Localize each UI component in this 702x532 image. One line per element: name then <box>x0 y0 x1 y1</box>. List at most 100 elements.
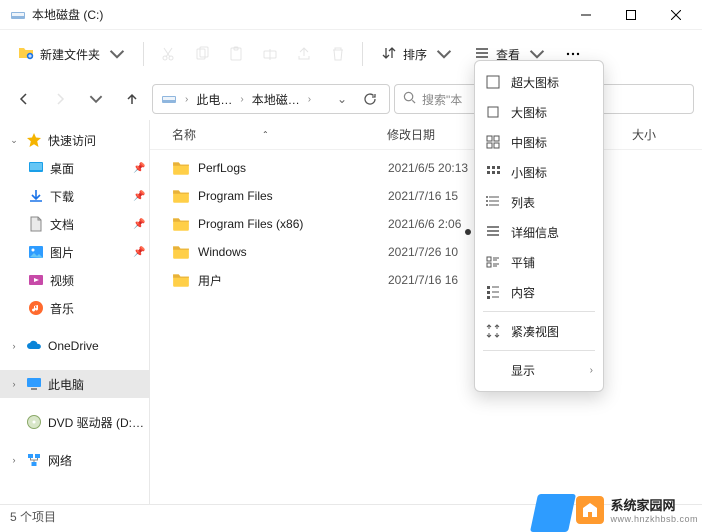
view-option-sm-icons[interactable]: 小图标 <box>475 157 603 187</box>
view-option-lg-icons[interactable]: 大图标 <box>475 97 603 127</box>
view-option-content[interactable]: 内容 <box>475 277 603 307</box>
selected-dot-icon <box>465 229 471 235</box>
view-option-compact[interactable]: 紧凑视图 <box>475 316 603 346</box>
watermark-name: 系统家园网 <box>610 495 698 514</box>
cut-button[interactable] <box>152 37 184 71</box>
pin-icon: 📌 <box>133 191 145 202</box>
refresh-button[interactable] <box>355 92 385 106</box>
pictures-icon <box>28 244 44 260</box>
file-name: Windows <box>198 245 388 259</box>
expand-icon[interactable]: ⌄ <box>8 135 20 146</box>
close-button[interactable] <box>653 0 698 30</box>
file-row[interactable]: Program Files2021/7/16 15 <box>150 182 702 210</box>
desktop-icon <box>28 160 44 176</box>
sort-caret-icon: ⌃ <box>262 130 269 139</box>
view-option-show[interactable]: 显示› <box>475 355 603 385</box>
copy-button[interactable] <box>186 37 218 71</box>
window-title: 本地磁盘 (C:) <box>32 6 563 23</box>
pin-icon: 📌 <box>133 163 145 174</box>
sidebar-item-music[interactable]: 音乐 <box>0 294 149 322</box>
sort-button[interactable]: 排序 <box>371 37 462 71</box>
sidebar-item-videos[interactable]: 视频 <box>0 266 149 294</box>
expand-icon[interactable]: › <box>8 455 20 465</box>
breadcrumb-item[interactable]: 本地磁… <box>248 86 304 112</box>
sidebar-item-dvd[interactable]: DVD 驱动器 (D:) CP <box>0 408 149 436</box>
sort-label: 排序 <box>403 46 427 63</box>
sm-icons-icon <box>485 164 501 180</box>
rename-button[interactable] <box>254 37 286 71</box>
maximize-button[interactable] <box>608 0 653 30</box>
network-icon <box>26 452 42 468</box>
minimize-button[interactable] <box>563 0 608 30</box>
view-dropdown-menu: 超大图标 大图标 中图标 小图标 列表 详细信息 平铺 内容 紧凑视图 显示› <box>474 60 604 392</box>
search-placeholder: 搜索"本 <box>422 91 462 108</box>
view-option-xl-icons[interactable]: 超大图标 <box>475 67 603 97</box>
chevron-down-icon <box>109 46 125 62</box>
file-row[interactable]: Program Files (x86)2021/6/6 2:06 <box>150 210 702 238</box>
view-option-md-icons[interactable]: 中图标 <box>475 127 603 157</box>
disc-icon <box>26 414 42 430</box>
file-list: 名称⌃ 修改日期 类型 大小 PerfLogs2021/6/5 20:13Pro… <box>150 120 702 504</box>
sidebar-item-pictures[interactable]: 图片 📌 <box>0 238 149 266</box>
column-name[interactable]: 名称⌃ <box>172 126 387 143</box>
watermark-url: www.hnzkhbsb.com <box>610 514 698 524</box>
new-folder-button[interactable]: 新建文件夹 <box>8 37 135 71</box>
view-option-details[interactable]: 详细信息 <box>475 217 603 247</box>
view-option-list[interactable]: 列表 <box>475 187 603 217</box>
forward-button[interactable] <box>44 83 76 115</box>
sidebar-item-downloads[interactable]: 下载 📌 <box>0 182 149 210</box>
search-icon <box>403 91 416 107</box>
sidebar-item-this-pc[interactable]: › 此电脑 <box>0 370 149 398</box>
file-row[interactable]: PerfLogs2021/6/5 20:13 <box>150 154 702 182</box>
view-option-tiles[interactable]: 平铺 <box>475 247 603 277</box>
new-folder-label: 新建文件夹 <box>40 46 100 63</box>
pin-icon: 📌 <box>133 219 145 230</box>
expand-icon[interactable]: › <box>8 341 20 351</box>
file-name: Program Files <box>198 189 388 203</box>
chevron-right-icon: › <box>306 94 313 105</box>
lg-icons-icon <box>485 104 501 120</box>
details-icon <box>485 224 501 240</box>
file-row[interactable]: 用户2021/7/16 16 <box>150 266 702 294</box>
address-bar[interactable]: › 此电… › 本地磁… › ⌄ <box>152 84 390 114</box>
cloud-icon <box>26 338 42 354</box>
pc-icon <box>26 376 42 392</box>
menu-separator <box>483 350 595 351</box>
breadcrumb-item[interactable]: 此电… <box>192 86 236 112</box>
folder-icon <box>172 271 190 289</box>
chevron-right-icon: › <box>590 365 593 376</box>
chevron-down-icon <box>436 46 452 62</box>
folder-icon <box>172 243 190 261</box>
sidebar-item-documents[interactable]: 文档 📌 <box>0 210 149 238</box>
xl-icons-icon <box>485 74 501 90</box>
back-button[interactable] <box>8 83 40 115</box>
chevron-right-icon: › <box>238 94 245 105</box>
share-button[interactable] <box>288 37 320 71</box>
up-button[interactable] <box>116 83 148 115</box>
folder-icon <box>172 187 190 205</box>
watermark-logo-icon <box>576 496 604 524</box>
titlebar: 本地磁盘 (C:) <box>0 0 702 30</box>
folder-icon <box>172 215 190 233</box>
paste-button[interactable] <box>220 37 252 71</box>
pin-icon: 📌 <box>133 247 145 258</box>
column-size[interactable]: 大小 <box>632 126 692 143</box>
video-icon <box>28 272 44 288</box>
recent-chevron[interactable] <box>80 83 112 115</box>
sidebar-item-desktop[interactable]: 桌面 📌 <box>0 154 149 182</box>
list-icon <box>485 194 501 210</box>
address-chevron-icon[interactable]: ⌄ <box>331 92 353 106</box>
sidebar-item-quick-access[interactable]: ⌄ 快速访问 <box>0 126 149 154</box>
delete-button[interactable] <box>322 37 354 71</box>
sidebar-item-onedrive[interactable]: › OneDrive <box>0 332 149 360</box>
expand-icon[interactable]: › <box>8 379 20 389</box>
file-name: PerfLogs <box>198 161 388 175</box>
separator <box>362 42 363 66</box>
new-folder-icon <box>18 45 34 64</box>
file-name: 用户 <box>198 272 388 289</box>
file-row[interactable]: Windows2021/7/26 10 <box>150 238 702 266</box>
sidebar-item-network[interactable]: › 网络 <box>0 446 149 474</box>
music-icon <box>28 300 44 316</box>
compact-icon <box>485 323 501 339</box>
folder-icon <box>172 159 190 177</box>
